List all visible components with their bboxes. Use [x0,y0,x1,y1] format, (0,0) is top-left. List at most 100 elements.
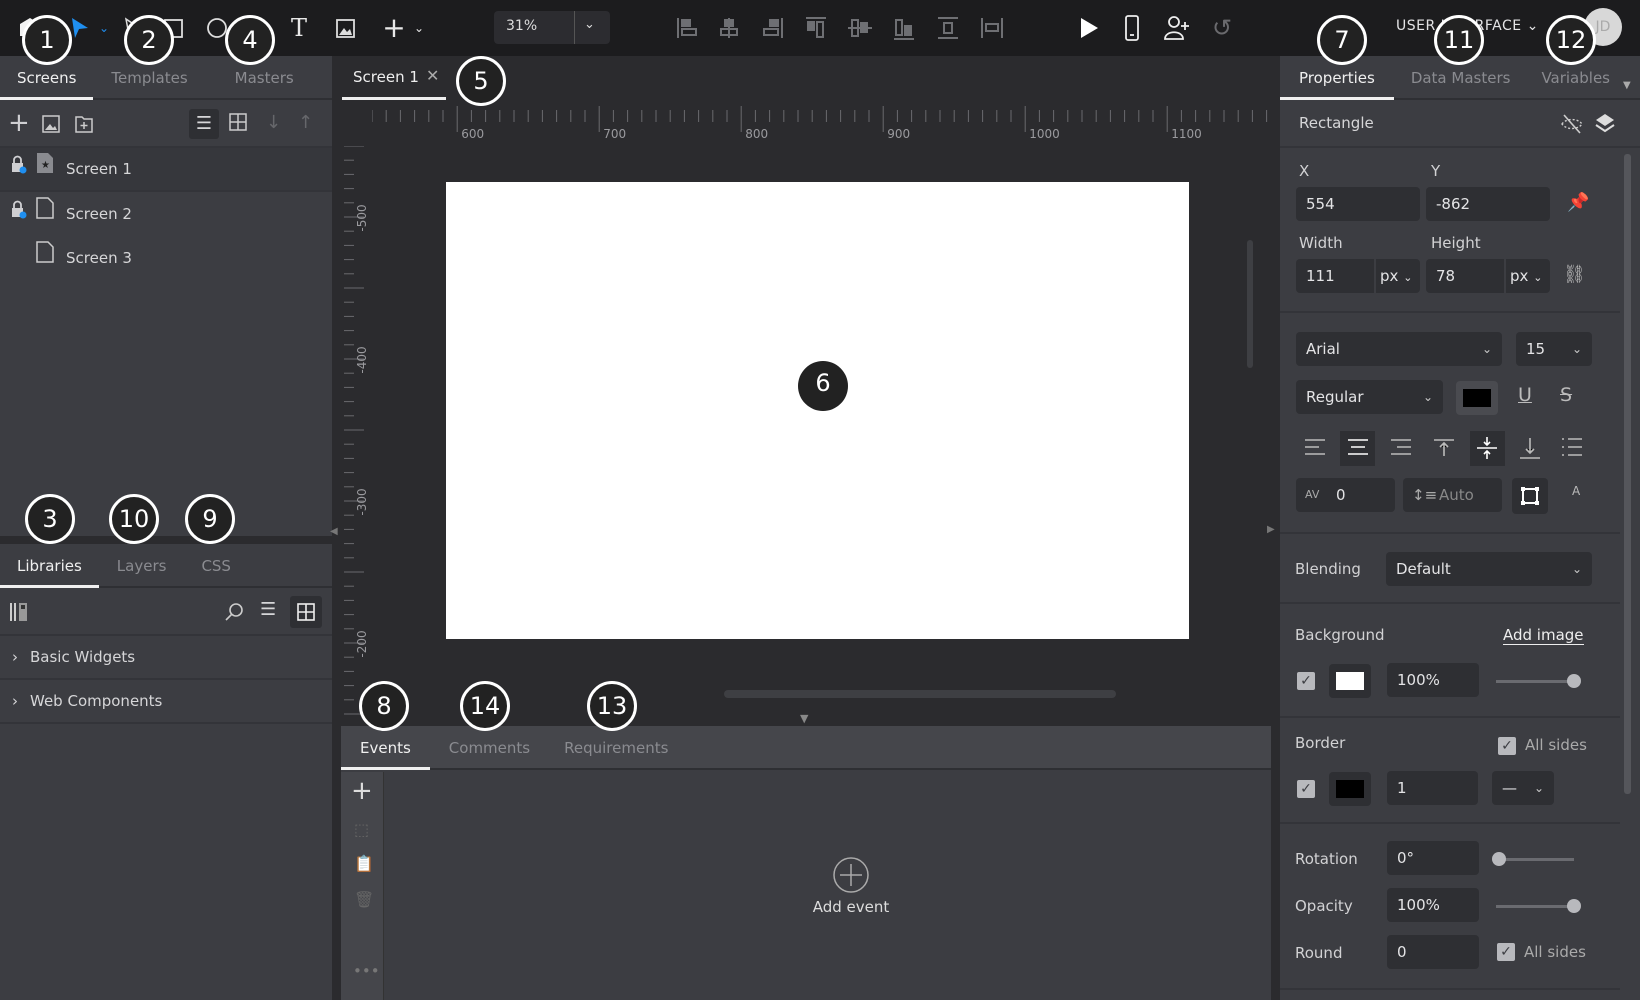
chevron-down-icon: ⌄ [1526,18,1539,34]
undo-icon[interactable]: ↺ [1208,14,1236,42]
line-height-input[interactable]: ↕≡ Auto [1403,478,1502,512]
add-folder-icon[interactable] [74,114,94,138]
library-web-components[interactable]: › Web Components [0,680,332,724]
add-image-screen-icon[interactable] [42,115,60,137]
font-family-select[interactable]: Arial ⌄ [1296,332,1502,366]
letter-spacing-input[interactable]: AV 0 [1296,478,1395,512]
chevron-down-icon: ⌄ [1403,271,1413,284]
blending-label: Blending [1295,560,1361,578]
collapse-left-icon[interactable]: ◀ [330,526,338,537]
alignment-tools[interactable] [672,14,1012,44]
tab-requirements[interactable]: Requirements [549,726,683,768]
border-width-input[interactable]: 1 [1387,771,1478,805]
border-style-select[interactable]: — ⌄ [1492,771,1554,805]
ruler-label: 800 [745,127,768,141]
text-autowidth-icon[interactable]: A [1572,484,1580,498]
font-size-select[interactable]: 15 ⌄ [1516,332,1592,366]
screen-item-3[interactable]: Screen 3 [0,236,332,280]
round-all-sides-checkbox[interactable]: ✓ [1497,943,1515,961]
move-down-icon[interactable]: ↓ [266,112,281,133]
width-input[interactable]: 111 px ⌄ [1296,259,1420,295]
tab-screen-1[interactable]: Screen 1 ✕ [342,56,446,100]
pointer-dropdown-icon[interactable]: ⌄ [90,14,118,42]
y-input[interactable]: -862 [1426,187,1550,221]
search-icon[interactable] [224,602,244,626]
text-box-fit-icon[interactable] [1512,478,1548,514]
add-circle-icon [833,857,869,893]
text-color-swatch[interactable] [1456,381,1498,415]
move-up-icon[interactable]: ↑ [298,112,313,133]
height-unit-select[interactable]: px ⌄ [1504,259,1550,295]
lock-icon[interactable] [10,192,32,236]
link-proportions-icon[interactable]: ⛓ [1563,264,1586,285]
opacity-input[interactable]: 100% [1387,888,1479,922]
blending-select[interactable]: Default ⌄ [1386,552,1592,586]
vertical-scrollbar[interactable] [1247,240,1253,368]
properties-scrollbar[interactable] [1624,154,1631,794]
background-checkbox[interactable]: ✓ [1297,672,1315,690]
horizontal-scrollbar[interactable] [724,690,1116,698]
list-view-icon[interactable]: ☰ [189,109,219,139]
background-opacity-slider[interactable] [1496,674,1581,688]
more-icon[interactable]: ••• [353,962,380,980]
border-color-swatch[interactable] [1329,772,1371,806]
duplicate-icon[interactable]: ⬚ [354,820,369,839]
tab-comments[interactable]: Comments [430,726,549,768]
pin-icon[interactable]: 📌 [1567,192,1589,213]
slider-handle[interactable] [1567,899,1581,913]
opacity-slider[interactable] [1496,899,1581,913]
layers-icon[interactable] [1594,112,1616,138]
tab-css[interactable]: CSS [183,544,248,586]
lock-icon[interactable] [10,147,32,191]
chevron-down-icon: ⌄ [1533,271,1543,284]
text-alignment-group[interactable] [1296,428,1596,468]
rotation-input[interactable]: 0° [1387,841,1479,875]
vertical-ruler: -500 -400 -300 -200 [344,146,369,758]
border-all-sides-checkbox[interactable]: ✓ [1498,737,1516,755]
tab-layers[interactable]: Layers [99,544,184,586]
text-icon[interactable]: T [285,14,313,42]
font-weight-select[interactable]: Regular ⌄ [1296,380,1443,414]
share-user-icon[interactable] [1163,14,1191,42]
list-view-icon[interactable]: ☰ [260,599,276,620]
add-image-link[interactable]: Add image [1503,626,1584,645]
collapse-bottom-icon[interactable]: ▼ [800,712,808,725]
screen-item-1[interactable]: ★ Screen 1 [0,148,332,192]
add-event-button[interactable]: Add event [781,856,921,916]
play-icon[interactable] [1074,14,1102,42]
screen-item-2[interactable]: Screen 2 [0,192,332,236]
hide-icon[interactable] [1560,112,1584,140]
library-basic-widgets[interactable]: › Basic Widgets [0,636,332,680]
image-icon[interactable] [331,14,359,42]
tabs-overflow-icon[interactable]: ▼ [1623,80,1631,91]
tab-libraries[interactable]: Libraries [0,544,99,588]
library-manager-icon[interactable] [9,602,29,626]
add-screen-icon[interactable]: + [8,108,30,138]
tab-events[interactable]: Events [341,726,430,770]
background-opacity-input[interactable]: 100% [1387,663,1479,697]
border-checkbox[interactable]: ✓ [1297,780,1315,798]
height-input[interactable]: 78 px ⌄ [1426,259,1550,295]
chevron-down-icon[interactable]: ⌄ [584,17,595,32]
round-input[interactable]: 0 [1387,935,1479,969]
grid-view-icon[interactable] [290,596,322,628]
mobile-preview-icon[interactable] [1118,14,1146,42]
add-icon[interactable]: + [351,776,373,806]
add-icon[interactable]: + [380,14,408,42]
rotation-slider[interactable] [1492,852,1574,866]
close-icon[interactable]: ✕ [426,66,439,85]
strikethrough-icon[interactable]: S [1560,384,1572,406]
paste-icon[interactable]: 📋 [354,854,374,873]
width-unit-select[interactable]: px ⌄ [1374,259,1420,295]
slider-handle[interactable] [1567,674,1581,688]
trash-icon[interactable]: 🗑 [354,890,374,909]
slider-handle[interactable] [1492,852,1506,866]
add-dropdown-icon[interactable]: ⌄ [405,14,433,42]
x-input[interactable]: 554 [1296,187,1420,221]
collapse-right-icon[interactable]: ▶ [1267,524,1275,535]
grid-view-icon[interactable] [228,112,248,136]
y-label: Y [1431,162,1441,180]
background-color-swatch[interactable] [1329,664,1371,698]
zoom-select[interactable]: 31% ⌄ [494,11,610,44]
underline-icon[interactable]: U [1518,384,1532,406]
